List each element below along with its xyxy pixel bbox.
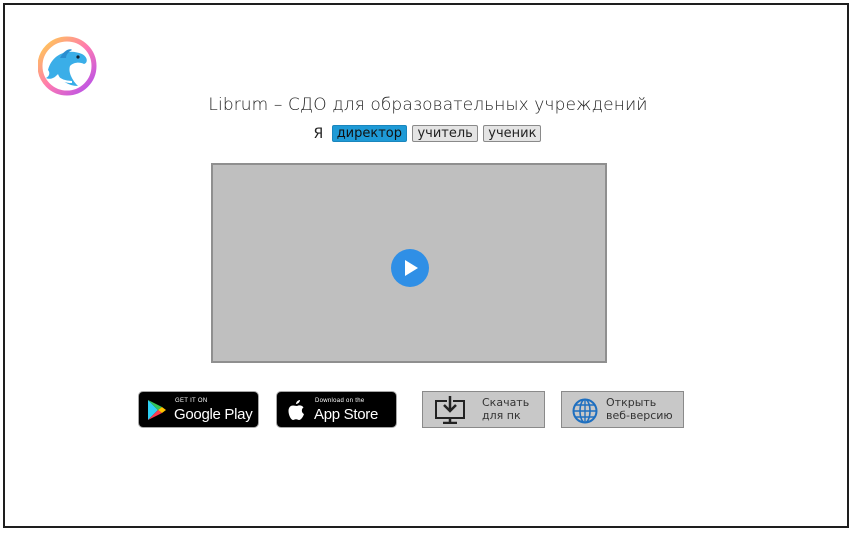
app-store-button[interactable]: Download on the App Store: [276, 391, 397, 428]
play-icon[interactable]: [391, 249, 429, 287]
download-pc-label: Скачать для пк: [482, 396, 530, 422]
role-lead-label: Я: [313, 125, 324, 142]
page-frame: Librum – СДО для образовательных учрежде…: [3, 3, 849, 528]
google-play-small-text: GET IT ON: [175, 398, 208, 404]
role-button-teacher[interactable]: учитель: [412, 125, 478, 142]
role-selector: Я директор учитель ученик: [5, 125, 851, 142]
download-monitor-icon: [433, 396, 467, 428]
dolphin-logo-icon: [37, 36, 98, 96]
download-pc-button[interactable]: Скачать для пк: [422, 391, 545, 428]
globe-icon: [571, 397, 599, 429]
open-web-version-button[interactable]: Открыть веб-версию: [561, 391, 684, 428]
app-store-big-text: App Store: [314, 406, 379, 423]
video-player[interactable]: [211, 163, 607, 363]
google-play-big-text: Google Play: [174, 406, 253, 423]
page-title: Librum – СДО для образовательных учрежде…: [208, 95, 648, 115]
app-store-small-text: Download on the: [315, 398, 365, 404]
role-button-student[interactable]: ученик: [483, 125, 542, 142]
google-play-button[interactable]: GET IT ON Google Play: [138, 391, 259, 428]
open-web-version-label: Открыть веб-версию: [606, 396, 673, 422]
role-button-director[interactable]: директор: [331, 125, 408, 142]
apple-icon: [288, 399, 306, 425]
google-play-icon: [147, 399, 167, 425]
